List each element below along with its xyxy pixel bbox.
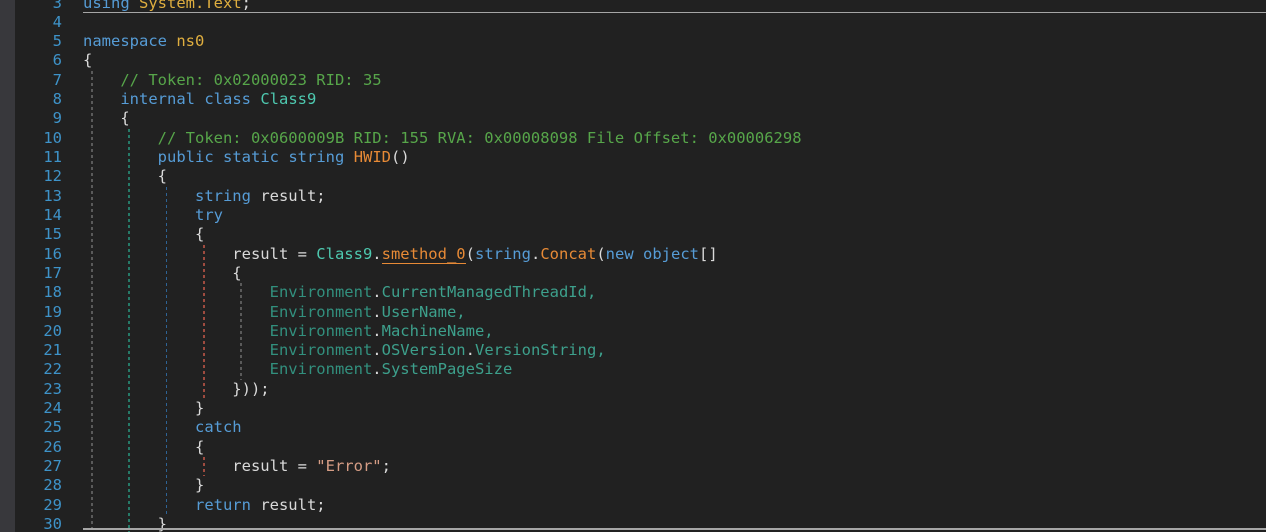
code-text: return result; xyxy=(194,495,326,514)
line-number[interactable]: 16 xyxy=(0,245,62,264)
code-area[interactable]: 3 using System.Text; 4 5 namespace ns0 6{7 //… xyxy=(0,0,1266,532)
indent-guide xyxy=(240,283,242,380)
code-line[interactable]: 22 Environment.SystemPageSize xyxy=(0,360,1266,379)
line-number[interactable]: 26 xyxy=(0,438,62,457)
line-number[interactable]: 5 xyxy=(0,32,62,51)
line-number[interactable]: 15 xyxy=(0,225,62,244)
line-number[interactable]: 11 xyxy=(0,148,62,167)
current-line-border-top xyxy=(83,11,1266,14)
line-number[interactable]: 13 xyxy=(0,187,62,206)
code-line[interactable]: 10 // Token: 0x0600009B RID: 155 RVA: 0x… xyxy=(0,129,1266,148)
code-line[interactable]: 18 Environment.CurrentManagedThreadId, xyxy=(0,283,1266,302)
code-line[interactable]: 17 { xyxy=(0,264,1266,283)
code-text: internal class Class9 xyxy=(120,90,317,109)
code-text: catch xyxy=(194,418,242,437)
code-line[interactable]: 6{ xyxy=(0,51,1266,70)
code-line[interactable]: 19 Environment.UserName, xyxy=(0,303,1266,322)
indent-guide xyxy=(91,70,93,532)
line-number[interactable]: 14 xyxy=(0,206,62,225)
indent-guide xyxy=(165,186,168,516)
code-text: })); xyxy=(83,379,270,398)
code-text: public static string HWID() xyxy=(157,148,410,166)
code-line[interactable]: 24 } xyxy=(0,399,1266,418)
code-line[interactable]: 9 { xyxy=(0,109,1266,128)
code-text: { xyxy=(83,437,205,456)
line-number[interactable]: 20 xyxy=(0,322,62,341)
line-number[interactable]: 19 xyxy=(0,303,62,322)
code-text: Environment.SystemPageSize xyxy=(269,360,513,379)
code-text: try xyxy=(194,205,223,224)
code-line[interactable]: 26 { xyxy=(0,438,1266,457)
code-text: // Token: 0x0600009B RID: 155 RVA: 0x000… xyxy=(157,128,802,147)
code-line[interactable]: 21 Environment.OSVersion.VersionString, xyxy=(0,341,1266,360)
indent-guide xyxy=(128,128,130,532)
code-text: Environment.CurrentManagedThreadId, xyxy=(269,283,597,302)
line-number[interactable]: 12 xyxy=(0,167,62,186)
code-text: { xyxy=(83,109,130,128)
line-number[interactable]: 22 xyxy=(0,360,62,379)
code-text: result = Class9.smethod_0(string.Concat(… xyxy=(83,244,718,264)
line-number[interactable]: 27 xyxy=(0,457,62,476)
code-text: } xyxy=(83,399,205,418)
code-text: // Token: 0x02000023 RID: 35 xyxy=(120,70,382,89)
code-line[interactable]: 7 // Token: 0x02000023 RID: 35 xyxy=(0,71,1266,90)
current-line-border-bottom xyxy=(83,528,1266,530)
code-text: Environment.MachineName, xyxy=(269,321,494,340)
line-number[interactable]: 29 xyxy=(0,496,62,515)
line-number[interactable]: 3 xyxy=(0,0,62,13)
line-number[interactable]: 4 xyxy=(0,13,62,32)
code-line[interactable]: 25 catch xyxy=(0,418,1266,437)
line-number[interactable]: 7 xyxy=(0,71,62,90)
indent-guide xyxy=(203,457,205,477)
code-line[interactable]: 14 try xyxy=(0,206,1266,225)
line-number[interactable]: 21 xyxy=(0,341,62,360)
code-line[interactable]: 8 internal class Class9 xyxy=(0,90,1266,109)
line-number[interactable]: 18 xyxy=(0,283,62,302)
code-line[interactable]: 4 xyxy=(0,13,1266,32)
code-line[interactable]: 23 })); xyxy=(0,380,1266,399)
line-number[interactable]: 17 xyxy=(0,264,62,283)
code-text: { xyxy=(83,51,93,70)
code-line[interactable]: 16 result = Class9.smethod_0(string.Conc… xyxy=(0,244,1266,264)
line-number[interactable]: 28 xyxy=(0,476,62,495)
line-number[interactable]: 9 xyxy=(0,109,62,128)
code-line[interactable]: 20 Environment.MachineName, xyxy=(0,322,1266,341)
code-editor-window: 3 using System.Text; 4 5 namespace ns0 6{7 //… xyxy=(0,0,1266,532)
code-text: Environment.UserName, xyxy=(269,302,466,321)
code-text: { xyxy=(83,167,167,186)
code-line[interactable]: 28 } xyxy=(0,476,1266,495)
line-number[interactable]: 25 xyxy=(0,418,62,437)
indent-guide xyxy=(203,244,205,400)
code-line[interactable]: 13 string result; xyxy=(0,187,1266,206)
code-line[interactable]: 11 public static string HWID() xyxy=(0,148,1266,167)
code-text: { xyxy=(83,225,205,244)
code-line[interactable]: 15 { xyxy=(0,225,1266,244)
line-number[interactable]: 8 xyxy=(0,90,62,109)
line-number[interactable]: 30 xyxy=(0,515,62,532)
code-text: { xyxy=(83,263,242,282)
code-line[interactable]: 12 { xyxy=(0,167,1266,186)
code-line[interactable]: 29 return result; xyxy=(0,496,1266,515)
code-line[interactable]: 27 result = "Error"; xyxy=(0,457,1266,476)
line-number[interactable]: 23 xyxy=(0,380,62,399)
code-text: string result; xyxy=(194,186,326,205)
line-number[interactable]: 10 xyxy=(0,129,62,148)
code-text: namespace ns0 xyxy=(83,32,205,51)
code-line[interactable]: 5 namespace ns0 xyxy=(0,32,1266,51)
line-number[interactable]: 6 xyxy=(0,51,62,70)
line-number[interactable]: 24 xyxy=(0,399,62,418)
code-text: } xyxy=(83,476,205,495)
code-text: Environment.OSVersion.VersionString, xyxy=(269,341,606,360)
